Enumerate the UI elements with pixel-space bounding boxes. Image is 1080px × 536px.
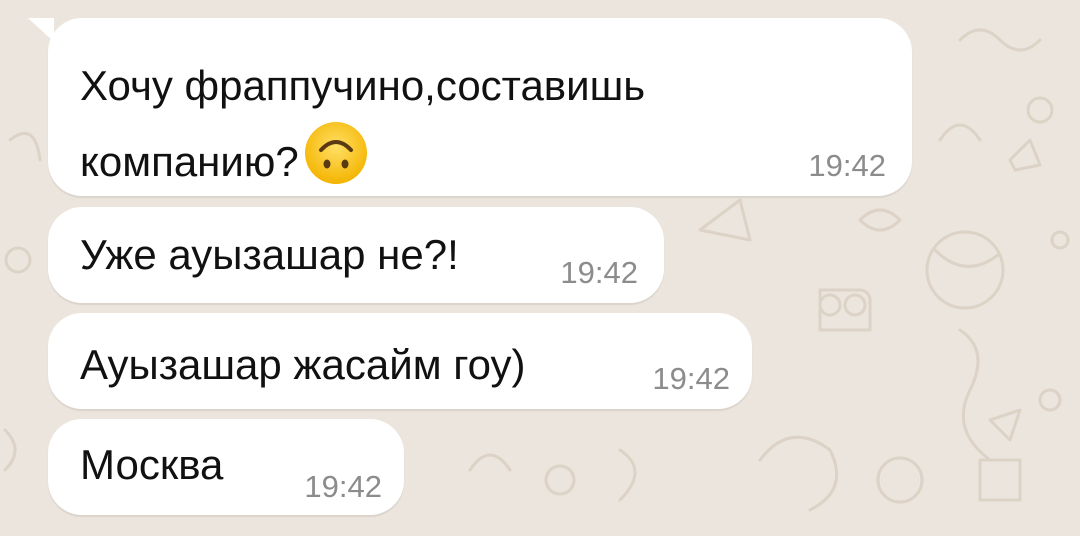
upside-down-face-icon [304,122,367,184]
message-text-line-2: компанию? [80,120,369,192]
message-time: 19:42 [808,148,886,183]
message-text: Уже ауызашар не?! [80,231,459,278]
message-bubble-3[interactable]: Ауызашар жасайм гоу) 19:42 [48,313,752,409]
message-bubble-2[interactable]: Уже ауызашар не?! 19:42 [48,207,664,303]
bubble-tail [28,18,54,42]
message-bubble-1[interactable]: Хочу фраппучино,составишь компанию? 19:4… [28,18,912,196]
message-time: 19:42 [560,255,638,290]
message-text: Москва [80,441,224,488]
message-bubble-4[interactable]: Москва 19:42 [48,419,404,515]
message-time: 19:42 [652,361,730,396]
message-text-line-1: Хочу фраппучино,составишь [80,62,646,109]
message-text-line-2-text: компанию? [80,138,299,185]
message-time: 19:42 [304,469,382,504]
message-text: Ауызашар жасайм гоу) [80,341,526,388]
